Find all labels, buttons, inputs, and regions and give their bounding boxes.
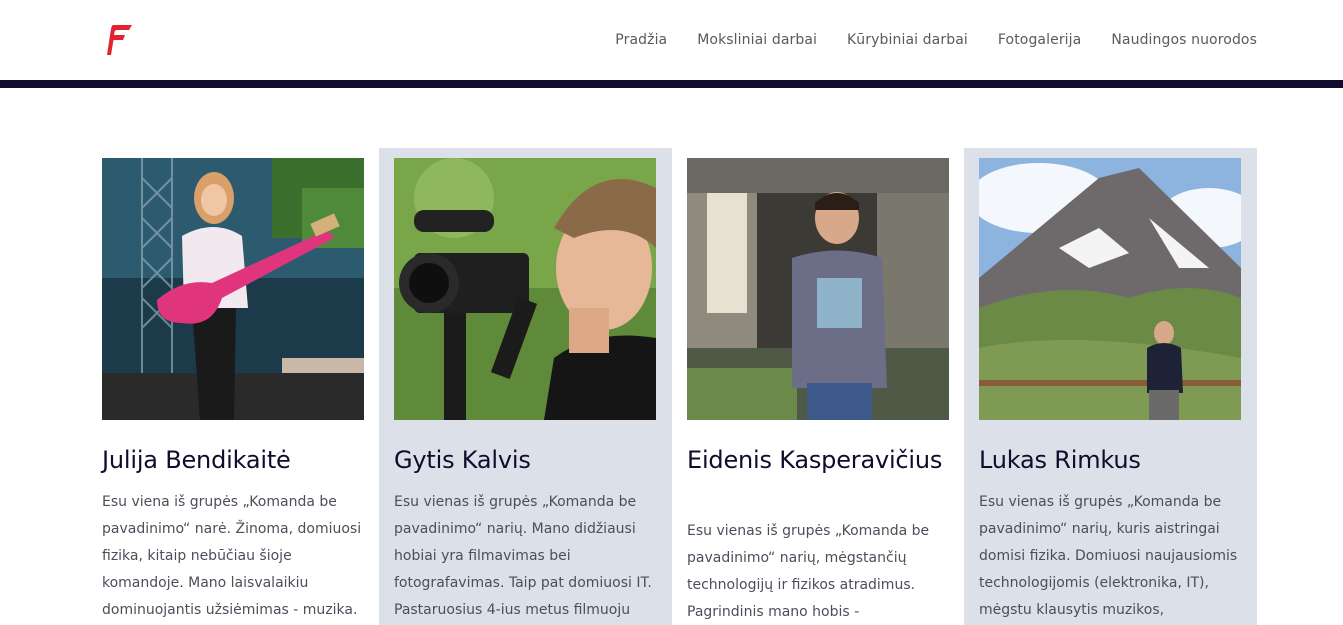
team-member-bio: Esu vienas iš grupės „Komanda be pavadin… — [687, 523, 930, 620]
nav-link-moksliniai-darbai[interactable]: Moksliniai darbai — [697, 30, 817, 50]
red-f-logo-icon — [107, 25, 132, 55]
team-member-photo — [687, 158, 949, 420]
site-logo[interactable] — [104, 22, 136, 58]
team-member-bio: Esu viena iš grupės „Komanda be pavadini… — [102, 494, 362, 618]
mountain-matterhorn-photo — [979, 158, 1241, 420]
team-member-photo — [979, 158, 1241, 420]
nav-link-pradzia[interactable]: Pradžia — [615, 30, 667, 50]
team-card: Lukas Rimkus Esu vienas iš grupės „Koman… — [964, 148, 1257, 625]
boy-under-bridge-photo — [687, 158, 949, 420]
nav-link-naudingos-nuorodos[interactable]: Naudingos nuorodos — [1111, 30, 1257, 50]
header-divider — [0, 80, 1343, 88]
team-member-name: Lukas Rimkus — [979, 446, 1141, 474]
team-member-bio: Esu vienas iš grupės „Komanda be pavadin… — [979, 494, 1238, 618]
bass-guitarist-stage-photo — [102, 158, 364, 420]
nav-link-kurybiniai-darbai[interactable]: Kūrybiniai darbai — [847, 30, 968, 50]
team-member-bio: Esu vienas iš grupės „Komanda be pavadin… — [394, 494, 652, 618]
camera-operator-photo — [394, 158, 656, 420]
nav-link-fotogalerija[interactable]: Fotogalerija — [998, 30, 1081, 50]
team-card: Gytis Kalvis Esu vienas iš grupės „Koman… — [379, 148, 672, 625]
site-header: Pradžia Moksliniai darbai Kūrybiniai dar… — [0, 0, 1343, 80]
main-nav: Pradžia Moksliniai darbai Kūrybiniai dar… — [615, 30, 1257, 50]
team-card: Julija Bendikaitė Esu viena iš grupės „K… — [92, 148, 376, 625]
team-member-name: Gytis Kalvis — [394, 446, 531, 474]
team-card: Eidenis Kasperavičius Esu vienas iš grup… — [676, 148, 960, 625]
team-member-name: Eidenis Kasperavičius — [687, 446, 943, 474]
team-member-name: Julija Bendikaitė — [102, 446, 291, 474]
team-member-photo — [102, 158, 364, 420]
team-member-photo — [394, 158, 656, 420]
